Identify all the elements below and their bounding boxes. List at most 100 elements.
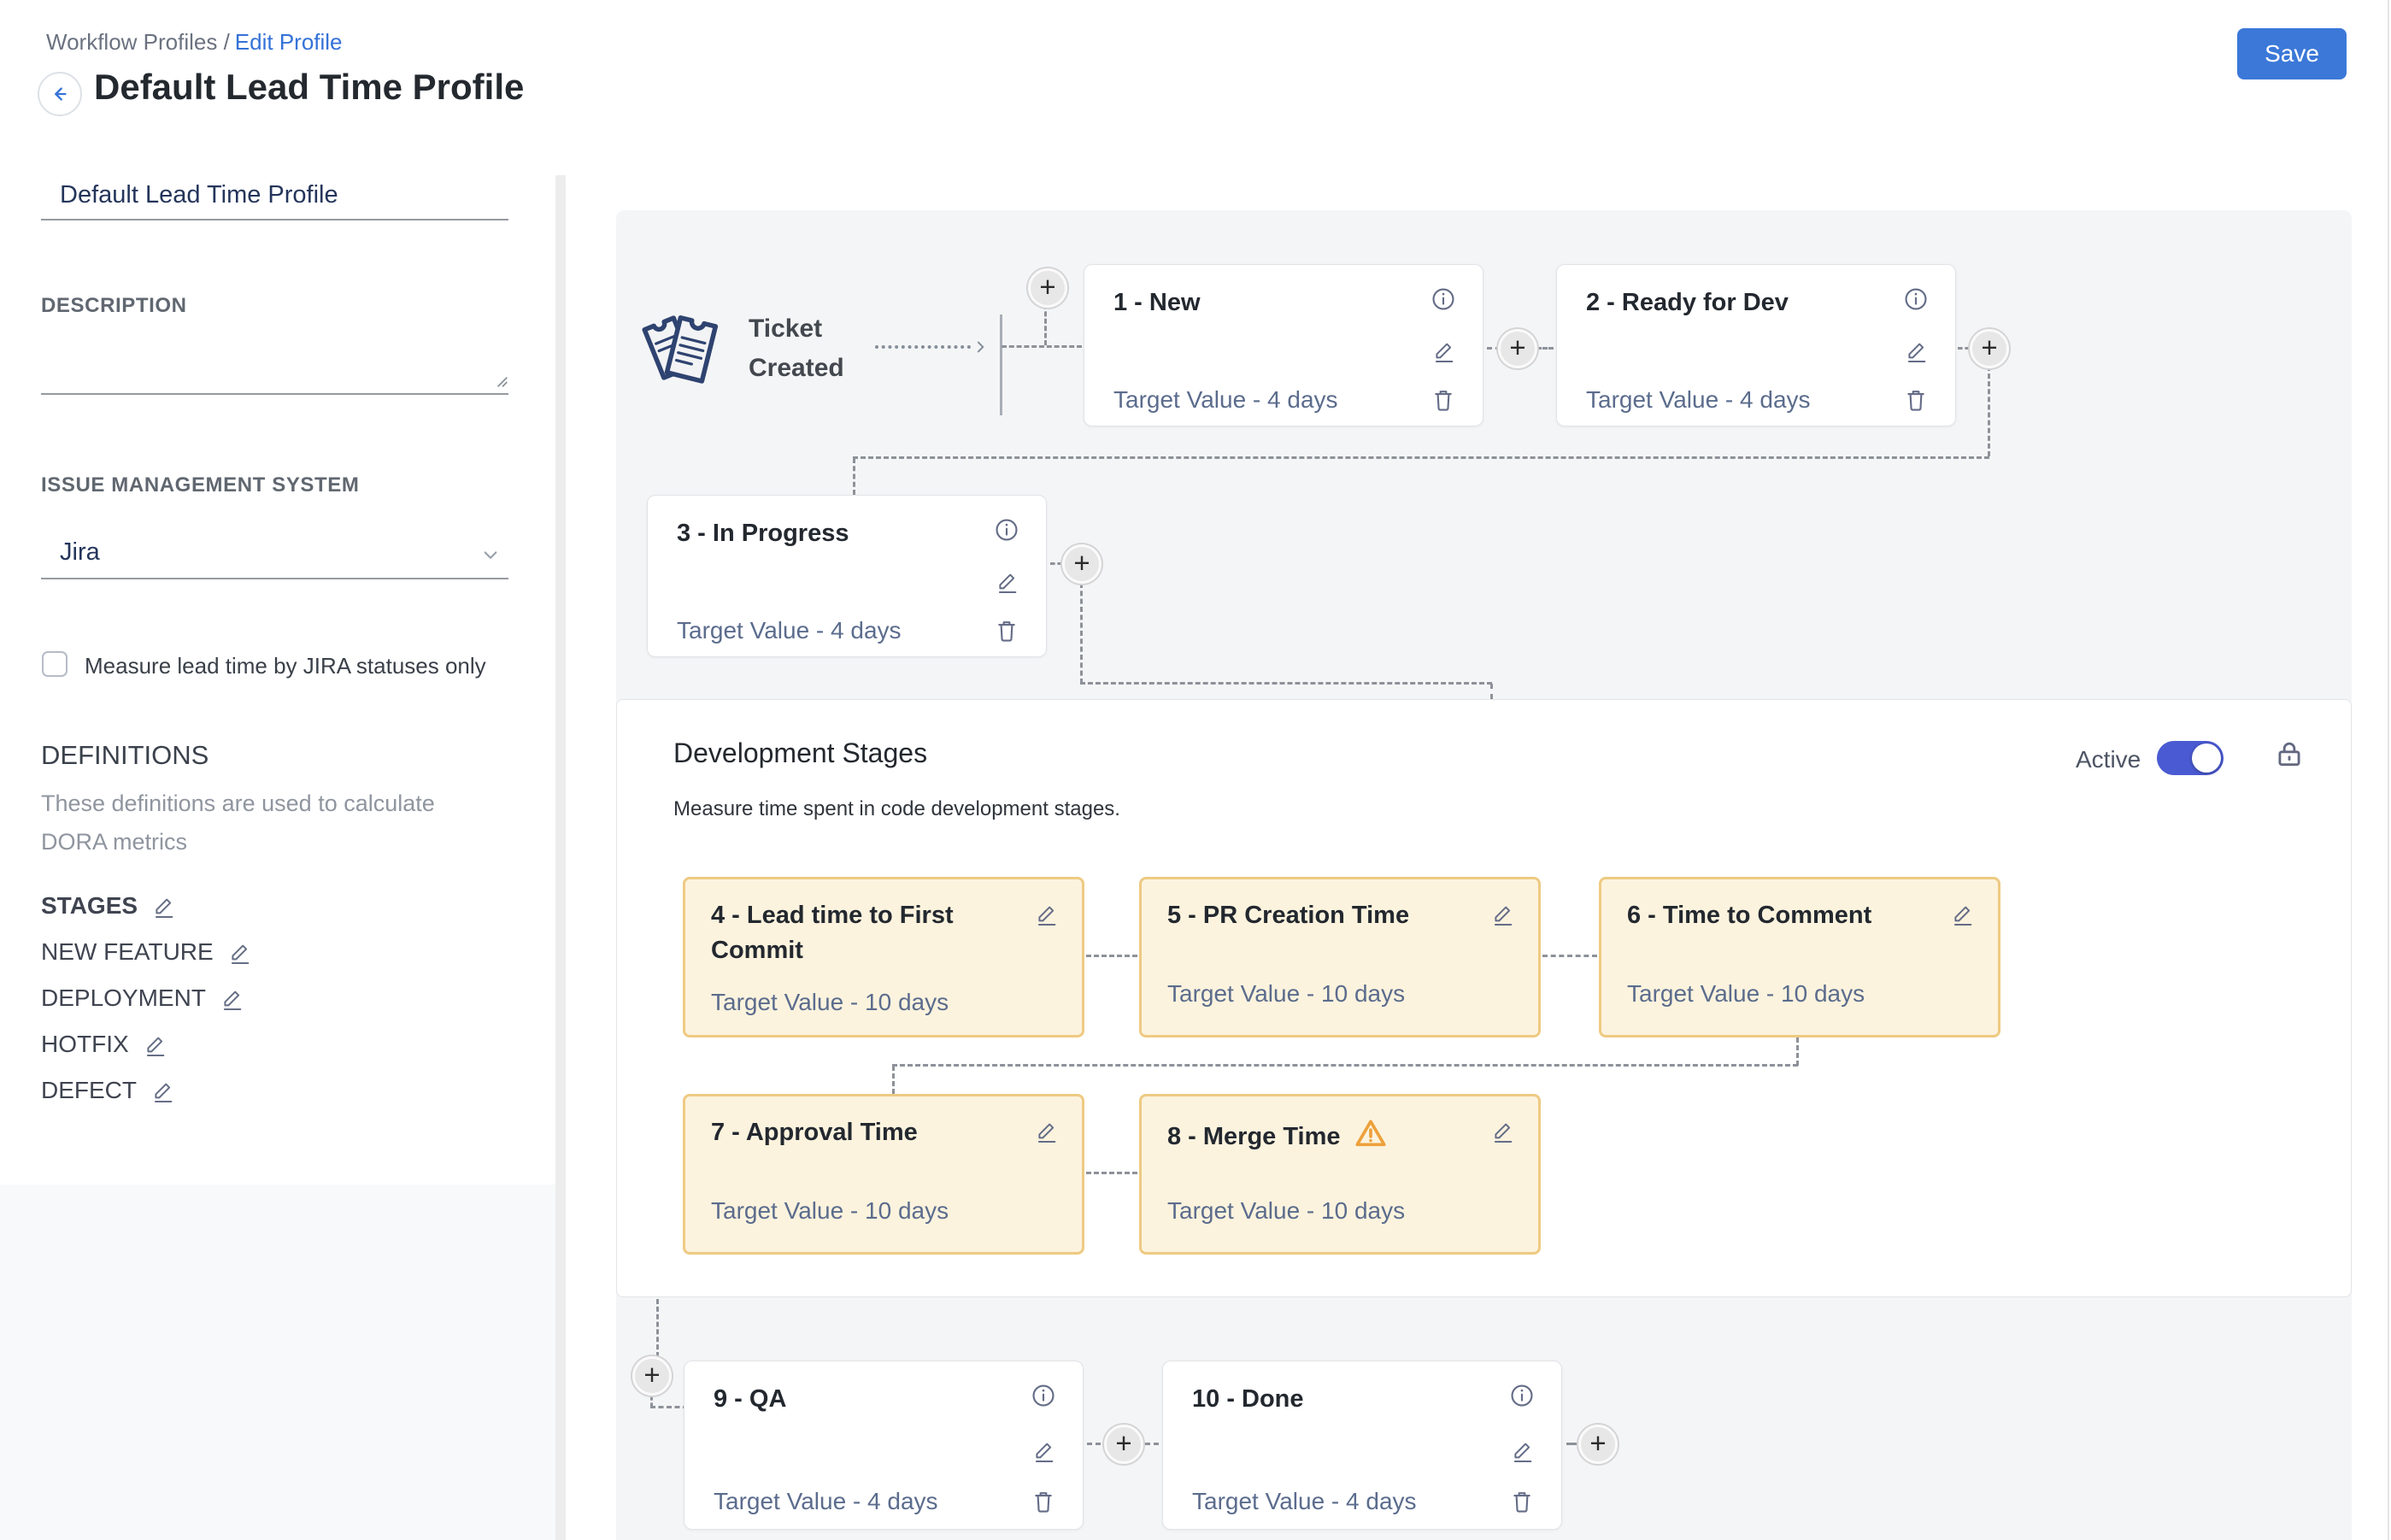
edit-hotfix-icon[interactable] bbox=[143, 1031, 168, 1058]
definition-row-deployment: DEPLOYMENT bbox=[41, 985, 245, 1012]
stages-label: STAGES bbox=[41, 892, 138, 920]
edit-icon[interactable] bbox=[1490, 900, 1516, 927]
edit-defect-icon[interactable] bbox=[150, 1077, 176, 1104]
back-button[interactable] bbox=[38, 72, 82, 116]
info-icon[interactable] bbox=[993, 516, 1020, 544]
dev-card-target: Target Value - 10 days bbox=[1627, 980, 1865, 1008]
connector bbox=[1145, 1443, 1159, 1445]
edit-icon[interactable] bbox=[1904, 337, 1930, 364]
delete-icon[interactable] bbox=[1508, 1488, 1536, 1515]
stage-card-target: Target Value - 4 days bbox=[1113, 386, 1338, 414]
profile-name-input[interactable] bbox=[41, 171, 508, 220]
stage-card-target: Target Value - 4 days bbox=[1192, 1488, 1417, 1515]
stage-card-new[interactable]: 1 - New Target Value - 4 days bbox=[1084, 264, 1483, 426]
connector bbox=[1086, 955, 1137, 957]
toggle-knob bbox=[2192, 744, 2221, 773]
dev-card-target: Target Value - 10 days bbox=[711, 1197, 949, 1225]
delete-icon[interactable] bbox=[993, 617, 1020, 644]
connector bbox=[1536, 347, 1554, 350]
active-toggle[interactable] bbox=[2157, 741, 2224, 775]
dev-panel-subtitle: Measure time spent in code development s… bbox=[673, 797, 1120, 821]
connector bbox=[892, 1064, 1798, 1067]
edit-icon[interactable] bbox=[1031, 1437, 1057, 1464]
dev-card-merge-time[interactable]: 8 - Merge Time Target Value - 10 days bbox=[1139, 1094, 1541, 1255]
dev-card-target: Target Value - 10 days bbox=[1167, 1197, 1405, 1225]
connector bbox=[1087, 1443, 1101, 1445]
breadcrumb: Workflow Profiles /Edit Profile bbox=[46, 29, 343, 56]
connector bbox=[1080, 583, 1083, 684]
stage-card-in-progress[interactable]: 3 - In Progress Target Value - 4 days bbox=[647, 495, 1047, 657]
edit-icon[interactable] bbox=[1034, 1117, 1060, 1144]
sidebar-lower-background bbox=[0, 1184, 555, 1540]
edit-icon[interactable] bbox=[1510, 1437, 1536, 1464]
page-title: Default Lead Time Profile bbox=[94, 67, 524, 108]
connector bbox=[650, 1406, 688, 1408]
edit-icon[interactable] bbox=[995, 567, 1020, 595]
back-arrow-icon bbox=[48, 82, 72, 106]
definition-row-defect: DEFECT bbox=[41, 1077, 176, 1104]
add-stage-button[interactable]: + bbox=[1498, 329, 1537, 368]
definition-label: HOTFIX bbox=[41, 1031, 129, 1058]
add-stage-button[interactable]: + bbox=[1970, 329, 2009, 368]
add-stage-button[interactable]: + bbox=[1104, 1425, 1143, 1464]
dev-card-target: Target Value - 10 days bbox=[1167, 980, 1405, 1008]
add-stage-button[interactable]: + bbox=[1578, 1425, 1618, 1464]
description-textarea[interactable] bbox=[41, 326, 508, 395]
add-stage-button[interactable]: + bbox=[1062, 544, 1102, 584]
warning-icon bbox=[1353, 1115, 1389, 1151]
junction-line bbox=[1000, 314, 1002, 415]
edit-deployment-icon[interactable] bbox=[220, 985, 245, 1012]
ims-select[interactable]: Jira bbox=[41, 526, 508, 579]
save-button[interactable]: Save bbox=[2237, 28, 2347, 79]
edit-icon[interactable] bbox=[1034, 900, 1060, 927]
edit-stages-icon[interactable] bbox=[151, 892, 177, 920]
jira-statuses-checkbox-label: Measure lead time by JIRA statuses only bbox=[85, 653, 486, 679]
delete-icon[interactable] bbox=[1902, 386, 1930, 414]
jira-statuses-checkbox[interactable] bbox=[42, 651, 68, 677]
delete-icon[interactable] bbox=[1430, 386, 1457, 414]
connector bbox=[1988, 366, 1990, 456]
lock-icon[interactable] bbox=[2273, 738, 2306, 770]
resize-handle-icon[interactable] bbox=[486, 366, 508, 388]
info-icon[interactable] bbox=[1030, 1382, 1057, 1409]
dev-card-approval-time[interactable]: 7 - Approval Time Target Value - 10 days bbox=[683, 1094, 1084, 1255]
stage-card-title: 9 - QA bbox=[714, 1385, 786, 1414]
stage-card-ready-for-dev[interactable]: 2 - Ready for Dev Target Value - 4 days bbox=[1556, 264, 1956, 426]
ims-label: ISSUE MANAGEMENT SYSTEM bbox=[41, 473, 360, 497]
workflow-profile-editor: Workflow Profiles /Edit Profile Default … bbox=[0, 0, 2391, 1540]
scrollbar-track[interactable] bbox=[2388, 0, 2389, 1540]
edit-icon[interactable] bbox=[1490, 1117, 1516, 1144]
connector bbox=[1796, 1037, 1799, 1066]
edit-icon[interactable] bbox=[1950, 900, 1976, 927]
ticket-icon bbox=[634, 299, 728, 393]
sidebar-divider bbox=[555, 175, 566, 1540]
edit-new-feature-icon[interactable] bbox=[227, 938, 253, 966]
connector bbox=[1080, 682, 1492, 685]
chevron-down-icon bbox=[478, 542, 503, 567]
start-arrow-line bbox=[875, 345, 971, 349]
add-stage-button[interactable]: + bbox=[1028, 268, 1067, 308]
connector bbox=[1002, 345, 1082, 348]
breadcrumb-current[interactable]: Edit Profile bbox=[235, 29, 343, 55]
add-stage-button[interactable]: + bbox=[632, 1356, 672, 1396]
ims-select-value: Jira bbox=[60, 538, 100, 567]
stage-card-title: 3 - In Progress bbox=[677, 520, 849, 548]
dev-card-lead-time-first-commit[interactable]: 4 - Lead time to First Commit Target Val… bbox=[683, 877, 1084, 1037]
delete-icon[interactable] bbox=[1030, 1488, 1057, 1515]
dev-card-pr-creation-time[interactable]: 5 - PR Creation Time Target Value - 10 d… bbox=[1139, 877, 1541, 1037]
dev-card-time-to-comment[interactable]: 6 - Time to Comment Target Value - 10 da… bbox=[1599, 877, 2000, 1037]
stage-card-done[interactable]: 10 - Done Target Value - 4 days bbox=[1162, 1361, 1562, 1530]
dev-panel-title: Development Stages bbox=[673, 738, 927, 769]
info-icon[interactable] bbox=[1430, 285, 1457, 313]
stage-card-qa[interactable]: 9 - QA Target Value - 4 days bbox=[684, 1361, 1084, 1530]
active-label: Active bbox=[2076, 746, 2141, 773]
edit-icon[interactable] bbox=[1431, 337, 1457, 364]
breadcrumb-parent[interactable]: Workflow Profiles / bbox=[46, 29, 230, 55]
info-icon[interactable] bbox=[1508, 1382, 1536, 1409]
definition-row-hotfix: HOTFIX bbox=[41, 1031, 168, 1058]
stage-card-title: 1 - New bbox=[1113, 289, 1201, 317]
connector bbox=[1490, 684, 1493, 699]
dev-card-title: 5 - PR Creation Time bbox=[1167, 898, 1480, 933]
description-label: DESCRIPTION bbox=[41, 294, 187, 318]
info-icon[interactable] bbox=[1902, 285, 1930, 313]
